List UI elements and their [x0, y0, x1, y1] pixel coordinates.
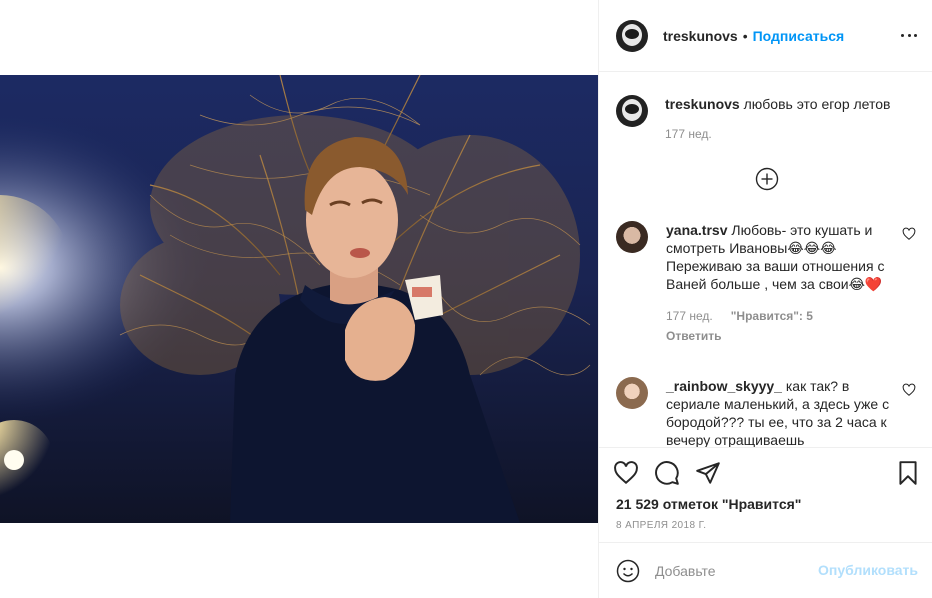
bookmark-icon[interactable]	[895, 460, 921, 486]
commenter-username[interactable]: _rainbow_skyyy_	[666, 378, 782, 394]
publish-button[interactable]: Опубликовать	[818, 562, 918, 578]
paper-plane-icon[interactable]	[695, 460, 721, 486]
caption-time[interactable]: 177 нед.	[665, 125, 712, 143]
comment-likes[interactable]: "Нравится": 5	[731, 307, 813, 325]
caption-username[interactable]: treskunovs	[665, 96, 740, 112]
likes-count[interactable]: 21 529 отметок "Нравится"	[616, 496, 801, 512]
header-dot-separator: •	[742, 27, 748, 44]
post-photo[interactable]	[0, 75, 598, 523]
comment-like-heart-icon[interactable]	[902, 383, 916, 397]
comment-item: _rainbow_skyyy_ как так? в сериале мален…	[616, 377, 916, 447]
caption-text: любовь это егор летов	[743, 96, 891, 112]
instagram-post-page: treskunovs • Подписаться treskunovs любо…	[0, 0, 932, 598]
comment-time[interactable]: 177 нед.	[666, 307, 713, 325]
emoji-icon[interactable]	[616, 559, 640, 583]
reply-button[interactable]: Ответить	[666, 327, 898, 345]
author-avatar[interactable]	[616, 19, 648, 52]
comment-like-heart-icon[interactable]	[902, 227, 916, 241]
comment-item: yana.trsv Любовь- это кушать и смотреть …	[616, 221, 916, 345]
commenter-avatar[interactable]	[616, 221, 648, 253]
photo-illustration	[0, 75, 598, 523]
comment-icon[interactable]	[654, 460, 680, 486]
comments-scroll-area[interactable]: treskunovs любовь это егор летов 177 нед…	[599, 73, 932, 447]
post-header: treskunovs • Подписаться	[599, 0, 932, 72]
caption-author-avatar[interactable]	[616, 95, 648, 127]
follow-button[interactable]: Подписаться	[753, 28, 845, 44]
more-options-icon[interactable]	[901, 27, 917, 43]
post-date[interactable]: 8 АПРЕЛЯ 2018 Г.	[616, 520, 706, 531]
post-media-area	[0, 0, 598, 598]
plus-circle-icon[interactable]	[755, 167, 779, 191]
comment-composer: Опубликовать	[599, 543, 932, 598]
author-username[interactable]: treskunovs	[663, 28, 738, 44]
commenter-avatar[interactable]	[616, 377, 648, 409]
post-actions-bar: 21 529 отметок "Нравится" 8 АПРЕЛЯ 2018 …	[599, 447, 932, 543]
commenter-username[interactable]: yana.trsv	[666, 222, 727, 238]
post-caption: treskunovs любовь это егор летов 177 нед…	[616, 95, 916, 143]
heart-icon[interactable]	[613, 460, 639, 486]
post-side-panel: treskunovs • Подписаться treskunovs любо…	[598, 0, 932, 598]
